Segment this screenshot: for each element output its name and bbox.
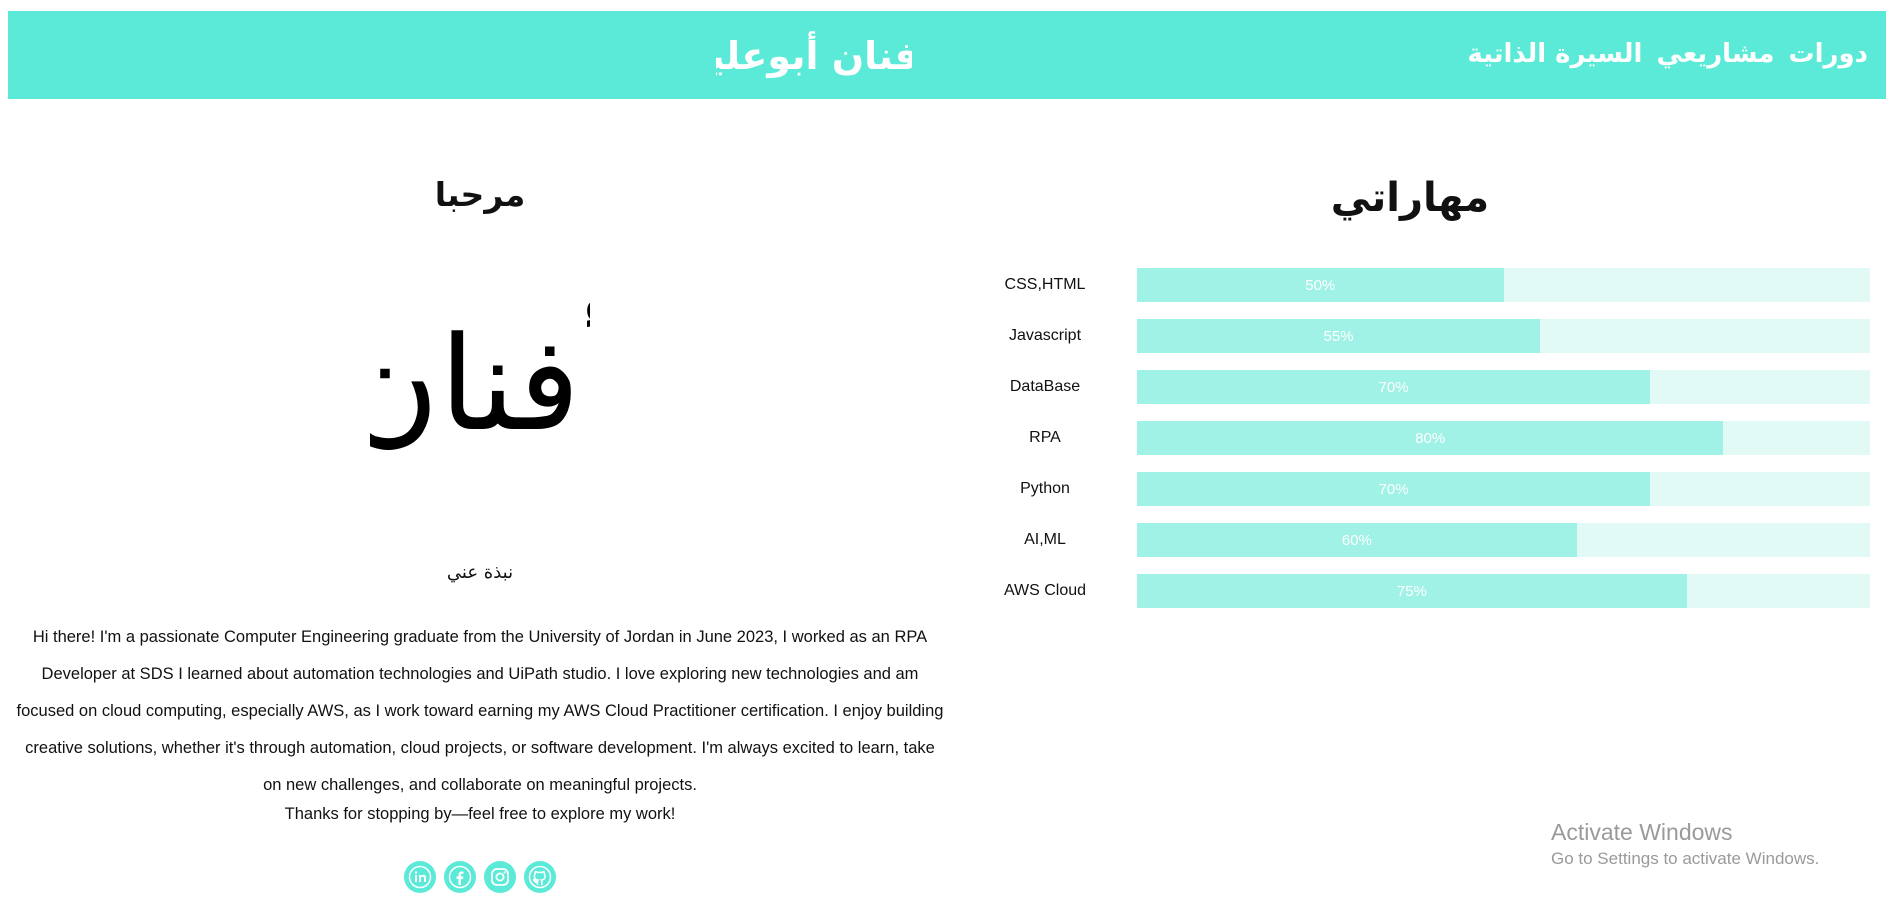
name-calligraphy: أفنان	[370, 298, 590, 460]
skill-name: Javascript	[1008, 327, 1082, 344]
skill-bar-track: 55%	[1137, 319, 1870, 353]
linkedin-icon[interactable]	[404, 861, 436, 893]
nav-item-cv[interactable]: السيرة الذاتية	[1467, 37, 1642, 71]
social-links	[404, 861, 556, 893]
skill-bar-track: 75%	[1137, 574, 1870, 608]
nav-item-courses[interactable]: دورات	[1788, 37, 1868, 71]
skill-name: Python	[1020, 480, 1070, 497]
svg-text:أفنان: أفنان	[370, 298, 590, 460]
skill-bar-fill: 55%	[1137, 319, 1541, 353]
skill-name: AI,ML	[1024, 531, 1066, 548]
skills-heading: مهاراتي	[1330, 175, 1490, 221]
github-icon[interactable]	[524, 861, 556, 893]
intro-section: مرحبا أفنان نبذة عني Hi there! I'm a pas…	[0, 99, 960, 918]
skill-bar-track: 70%	[1137, 472, 1870, 506]
facebook-icon[interactable]	[444, 861, 476, 893]
skill-name: RPA	[1029, 429, 1061, 446]
main-nav: السيرة الذاتية مشاريعي دورات	[1467, 37, 1868, 71]
skill-bar-fill: 70%	[1137, 370, 1651, 404]
nav-item-projects[interactable]: مشاريعي	[1656, 37, 1774, 71]
skill-bar-fill: 80%	[1137, 421, 1724, 455]
thanks-text: Thanks for stopping by—feel free to expl…	[284, 805, 676, 823]
skill-bar-fill: 75%	[1137, 574, 1687, 608]
activate-windows-watermark: Activate Windows Go to Settings to activ…	[1551, 818, 1819, 872]
watermark-title: Activate Windows	[1551, 819, 1733, 845]
skill-bar-track: 70%	[1137, 370, 1870, 404]
instagram-icon[interactable]	[484, 861, 516, 893]
skills-list: CSS,HTML 50% Javascript 55% DataBase 70% RPA 80…	[975, 268, 1875, 625]
watermark-subtitle: Go to Settings to activate Windows.	[1551, 849, 1820, 868]
site-header: أفنان أبوعليا السيرة الذاتية مشاريعي دور…	[8, 11, 1886, 99]
skill-name: CSS,HTML	[1004, 276, 1086, 293]
skill-bar-track: 60%	[1137, 523, 1870, 557]
skill-name: AWS Cloud	[1003, 582, 1087, 599]
skill-name: DataBase	[1009, 378, 1081, 395]
skill-row: RPA 80%	[975, 421, 1875, 455]
skill-row: Python 70%	[975, 472, 1875, 506]
skill-bar-track: 50%	[1137, 268, 1870, 302]
skill-row: DataBase 70%	[975, 370, 1875, 404]
skill-row: Javascript 55%	[975, 319, 1875, 353]
skill-bar-fill: 50%	[1137, 268, 1504, 302]
skill-bar-track: 80%	[1137, 421, 1870, 455]
skill-row: CSS,HTML 50%	[975, 268, 1875, 302]
skill-bar-fill: 60%	[1137, 523, 1577, 557]
skill-bar-fill: 70%	[1137, 472, 1651, 506]
skill-row: AWS Cloud 75%	[975, 574, 1875, 608]
hello-heading: مرحبا	[434, 175, 526, 214]
svg-text:أفنان أبوعليا: أفنان أبوعليا	[716, 31, 912, 78]
bio-text: Hi there! I'm a passionate Computer Engi…	[16, 628, 944, 794]
about-title: نبذة عني	[446, 562, 514, 583]
site-logo[interactable]: أفنان أبوعليا	[716, 27, 912, 87]
skill-row: AI,ML 60%	[975, 523, 1875, 557]
